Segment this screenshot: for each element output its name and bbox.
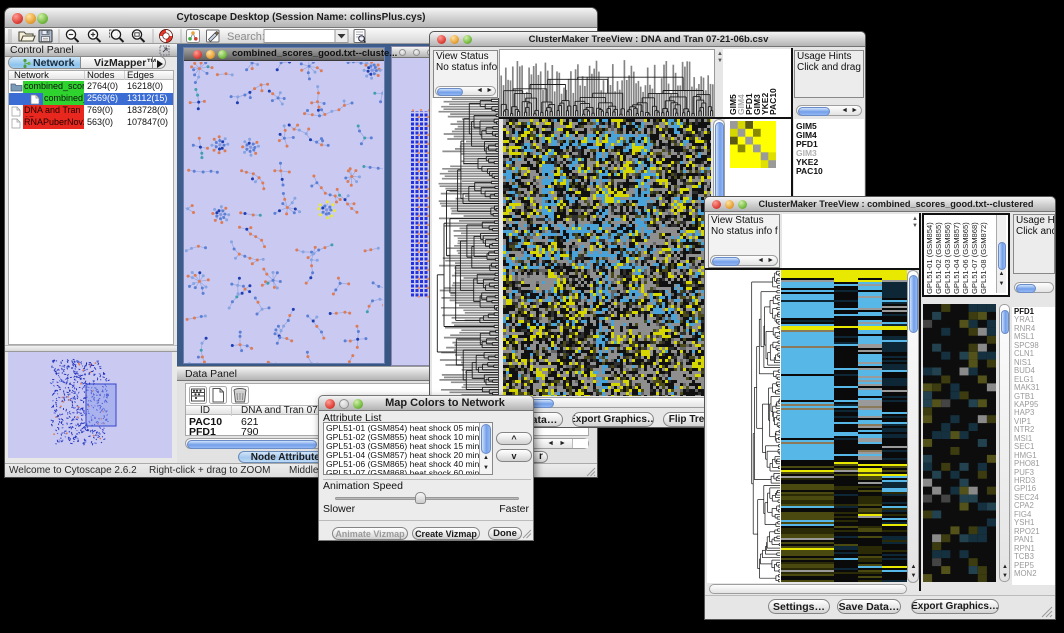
svg-text:Search:: Search: bbox=[227, 31, 265, 43]
svg-text:PAC10: PAC10 bbox=[768, 88, 778, 115]
